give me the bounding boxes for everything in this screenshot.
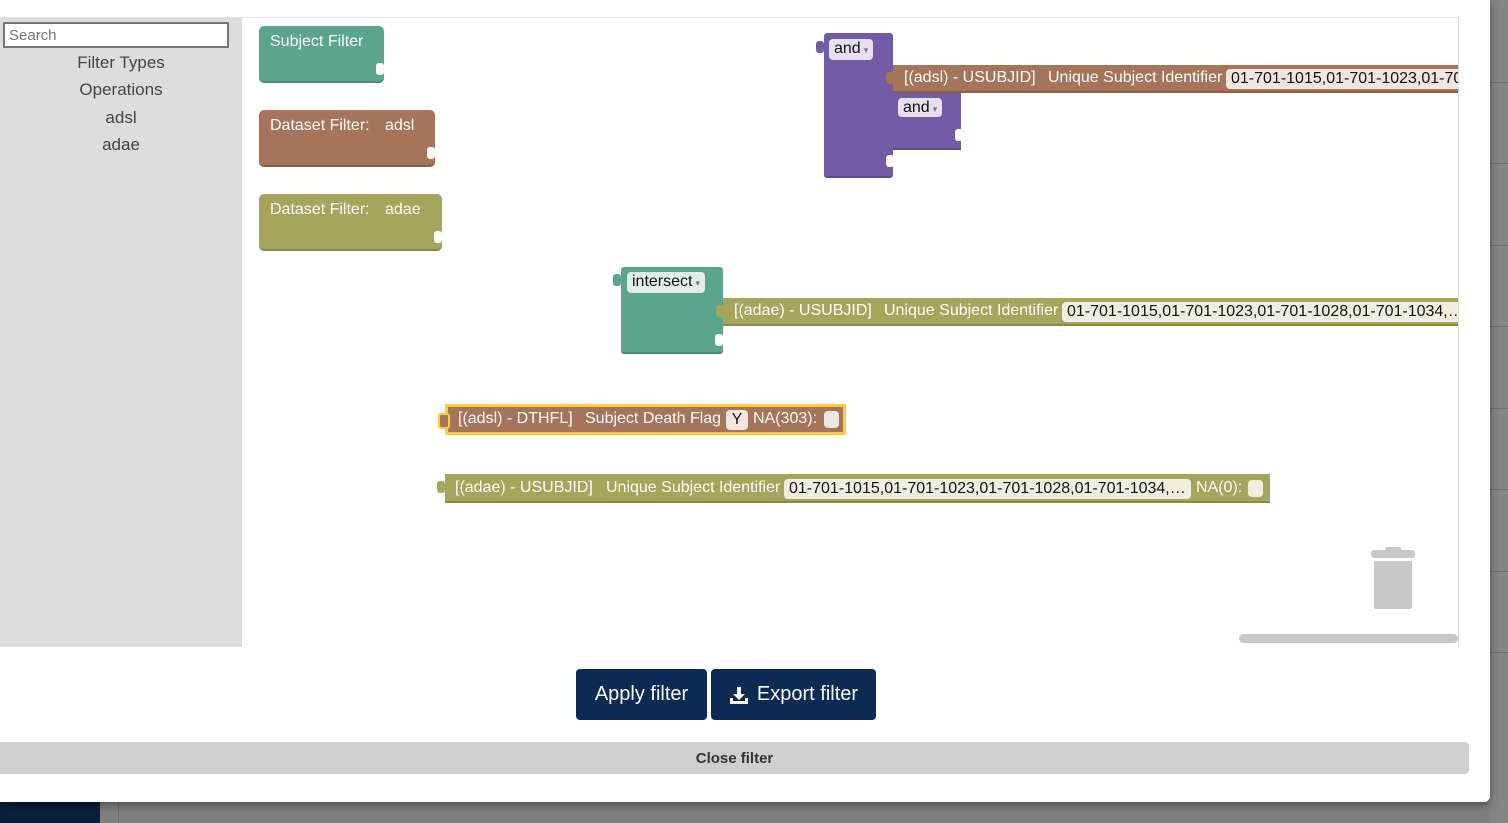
output-connector [613, 274, 621, 286]
dataset-filter-label: Dataset Filter: [270, 201, 370, 218]
toolbox-category-operations[interactable]: Operations [0, 80, 242, 100]
dataset-filter-value: adsl [385, 117, 415, 134]
variable-label: [(adae) - USUBJID] [734, 302, 872, 319]
dataset-filter-adsl-block[interactable]: Dataset Filter: adsl [259, 110, 435, 167]
adae-usubjid-filter-block-attached[interactable]: [(adae) - USUBJID] Unique Subject Identi… [716, 298, 1458, 326]
adsl-usubjid-filter-block[interactable]: [(adsl) - USUBJID] Unique Subject Identi… [886, 65, 1458, 93]
intersect-operator-value: intersect [632, 273, 693, 290]
variable-description: Unique Subject Identifier [606, 479, 781, 496]
na-checkbox[interactable] [1248, 480, 1263, 497]
and-operator-value: and [903, 99, 930, 116]
output-connector [437, 481, 445, 493]
toolbox-category-filter-types[interactable]: Filter Types [0, 53, 242, 73]
dropdown-arrow-icon: ▾ [863, 45, 869, 55]
intersect-operator-dropdown[interactable]: intersect ▾ [627, 272, 705, 293]
variable-description: Subject Death Flag [585, 410, 722, 427]
and-operator-value: and [834, 40, 861, 57]
block-connector [955, 129, 963, 141]
dataset-filter-label: Dataset Filter: [270, 117, 370, 134]
close-filter-label: Close filter [695, 749, 774, 767]
filter-modal: Filter Types Operations adsl adae Subjec… [0, 0, 1490, 802]
variable-label: [(adsl) - USUBJID] [904, 69, 1036, 86]
death-flag-value-field[interactable]: Y [726, 410, 748, 430]
block-connector [427, 147, 435, 159]
usubjid-value-field[interactable]: 01-701-1015,01-701-1023,01-701-1028,01-7… [1062, 302, 1458, 322]
workspace-horizontal-scrollbar[interactable] [1239, 634, 1458, 643]
output-connector [886, 72, 894, 84]
blockly-workspace: Filter Types Operations adsl adae Subjec… [0, 17, 1459, 647]
dropdown-arrow-icon: ▾ [932, 104, 938, 114]
close-filter-button[interactable]: Close filter [0, 742, 1469, 774]
export-filter-button[interactable]: Export filter [711, 669, 876, 720]
na-count-label: NA(303): [753, 410, 818, 427]
and-operator-dropdown[interactable]: and ▾ [829, 39, 874, 60]
download-icon [729, 685, 749, 705]
adae-usubjid-filter-block[interactable]: [(adae) - USUBJID] Unique Subject Identi… [437, 474, 1270, 503]
variable-label: [(adae) - USUBJID] [455, 479, 593, 496]
background-right-strip [1490, 0, 1508, 823]
variable-description: Unique Subject Identifier [1048, 69, 1223, 86]
background-divider [118, 802, 119, 823]
block-connector [434, 231, 442, 243]
nested-and-operation-block[interactable]: and ▾ [886, 93, 963, 150]
block-connector [886, 155, 894, 167]
block-connector [376, 63, 384, 75]
subject-filter-label: Subject Filter [270, 33, 364, 50]
adsl-dthfl-filter-block[interactable]: [(adsl) - DTHFL] Subject Death Flag Y NA… [438, 404, 846, 435]
output-connector [716, 305, 724, 317]
intersect-operation-block[interactable]: intersect ▾ [613, 267, 723, 354]
toolbox-category-adsl[interactable]: adsl [0, 108, 242, 128]
apply-filter-label: Apply filter [594, 683, 689, 705]
na-checkbox[interactable] [824, 411, 839, 428]
and-operation-block[interactable]: and ▾ [816, 33, 894, 178]
subject-filter-block[interactable]: Subject Filter [259, 26, 384, 83]
dataset-filter-value: adae [385, 201, 421, 218]
background-sidebar-edge [0, 802, 100, 823]
output-connector [886, 100, 894, 112]
dropdown-arrow-icon: ▾ [695, 278, 700, 288]
dataset-filter-adae-block[interactable]: Dataset Filter: adae [259, 194, 442, 251]
apply-filter-button[interactable]: Apply filter [576, 669, 707, 720]
na-count-label: NA(0): [1196, 479, 1243, 496]
usubjid-value-field[interactable]: 01-701-1015,01-701-1023,01-701-1028,01-7… [784, 479, 1191, 499]
output-connector [438, 413, 450, 429]
variable-label: [(adsl) - DTHFL] [458, 410, 573, 427]
toolbox-search-input[interactable] [3, 22, 229, 48]
workspace-canvas[interactable]: Subject Filter Dataset Filter: adsl Data… [242, 18, 1458, 647]
variable-description: Unique Subject Identifier [884, 302, 1059, 319]
export-filter-label: Export filter [756, 683, 859, 705]
usubjid-value-field[interactable]: 01-701-1015,01-701-1023,01-70 [1226, 69, 1458, 89]
output-connector [816, 41, 824, 53]
trash-can-icon[interactable] [1371, 547, 1415, 609]
toolbox: Filter Types Operations adsl adae [0, 18, 242, 647]
and-operator-dropdown[interactable]: and ▾ [898, 98, 943, 117]
block-connector [715, 334, 723, 346]
toolbox-category-adae[interactable]: adae [0, 135, 242, 155]
